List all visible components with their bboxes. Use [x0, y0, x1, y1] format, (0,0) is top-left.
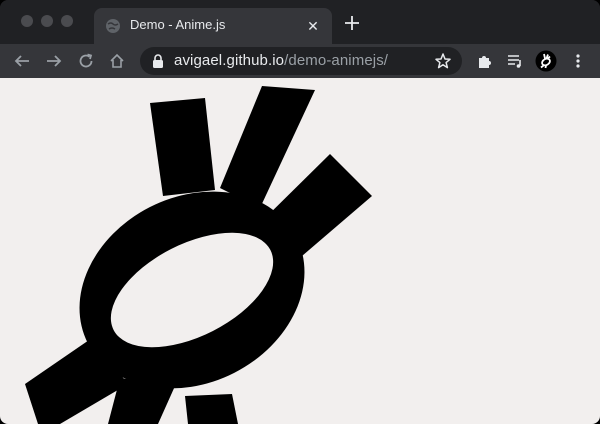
- title-bar: Demo - Anime.js ✕: [0, 0, 600, 44]
- url-host: avigael.github.io: [174, 52, 285, 69]
- tab-title: Demo - Anime.js: [130, 17, 226, 32]
- address-bar[interactable]: avigael.github.io/demo-animejs/: [140, 47, 462, 75]
- globe-icon: [105, 18, 121, 34]
- home-icon[interactable]: [106, 50, 128, 72]
- back-arrow-icon[interactable]: [11, 50, 33, 72]
- profile-avatar-icon[interactable]: [535, 50, 557, 72]
- plus-icon[interactable]: [342, 13, 362, 33]
- reload-icon[interactable]: [75, 50, 97, 72]
- logo-shape: [25, 86, 372, 424]
- minimize-window-button[interactable]: [41, 15, 53, 27]
- puzzle-icon[interactable]: [474, 50, 496, 72]
- browser-window: Demo - Anime.js ✕ avigael.github.io/demo…: [0, 0, 600, 424]
- forward-arrow-icon[interactable]: [43, 50, 65, 72]
- browser-toolbar: avigael.github.io/demo-animejs/: [0, 44, 600, 78]
- page-content: [0, 78, 600, 424]
- lock-icon[interactable]: [152, 54, 164, 68]
- zoom-window-button[interactable]: [61, 15, 73, 27]
- url-text[interactable]: avigael.github.io/demo-animejs/: [174, 52, 388, 69]
- media-control-icon[interactable]: [504, 50, 526, 72]
- star-icon[interactable]: [434, 52, 452, 70]
- close-window-button[interactable]: [21, 15, 33, 27]
- url-path: /demo-animejs/: [284, 52, 389, 69]
- kebab-menu-icon[interactable]: [567, 50, 589, 72]
- tab-demo-anime[interactable]: Demo - Anime.js ✕: [94, 8, 332, 44]
- close-icon[interactable]: ✕: [304, 17, 322, 35]
